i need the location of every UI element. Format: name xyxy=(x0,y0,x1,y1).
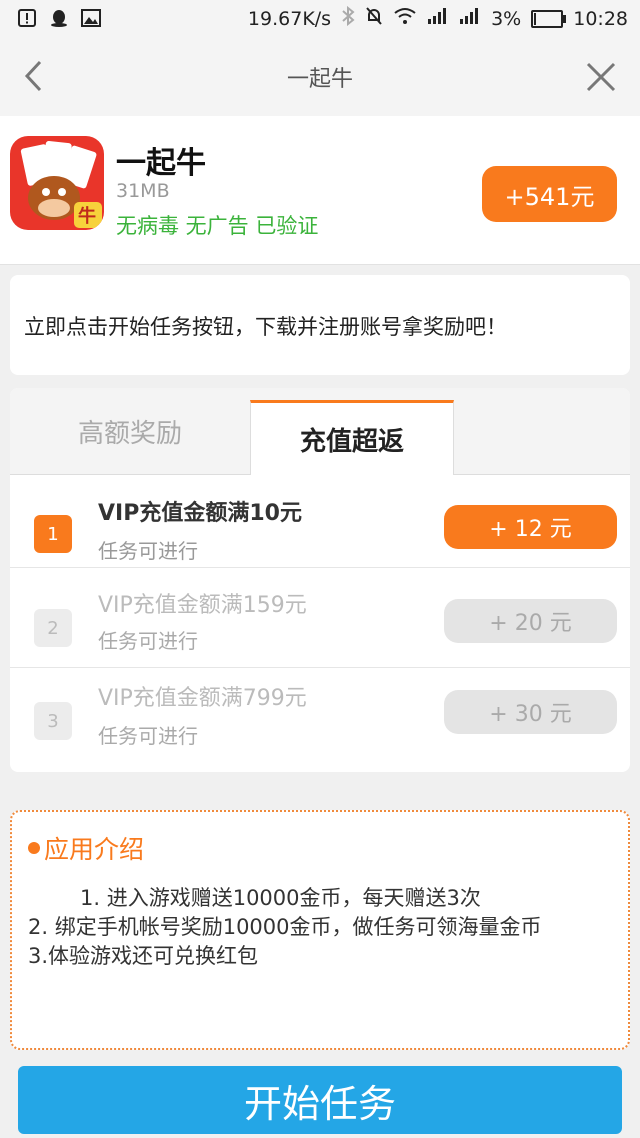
status-left-icons xyxy=(16,8,102,28)
instruction-text: 立即点击开始任务按钮，下载并注册账号拿奖励吧！ xyxy=(24,315,507,339)
alert-icon xyxy=(16,8,38,28)
intro-body: 1. 进入游戏赠送10000金币，每天赠送3次 2. 绑定手机帐号奖励10000… xyxy=(28,884,618,971)
intro-line: 3.体验游戏还可兑换红包 xyxy=(28,944,259,968)
instruction-card: 立即点击开始任务按钮，下载并注册账号拿奖励吧！ xyxy=(10,275,630,375)
signal-icon xyxy=(427,7,449,30)
intro-line: 1. 进入游戏赠送10000金币，每天赠送3次 xyxy=(80,886,481,910)
app-icon: 牛 xyxy=(10,136,104,230)
task-number: 3 xyxy=(34,702,72,740)
bluetooth-icon xyxy=(341,5,355,31)
image-icon xyxy=(80,8,102,28)
status-bar: 19.67K/s 3% 10:28 xyxy=(0,0,640,38)
intro-title: 应用介绍 xyxy=(28,830,144,866)
task-title: VIP充值金额满159元 xyxy=(98,593,307,618)
task-reward-button[interactable]: + 20 元 xyxy=(444,599,617,643)
app-tags: 无病毒 无广告 已验证 xyxy=(116,214,319,238)
task-row: 1 VIP充值金额满10元 任务可进行 + 12 元 xyxy=(10,475,630,568)
tab-high-reward[interactable]: 高额奖励 xyxy=(10,388,250,474)
task-title: VIP充值金额满799元 xyxy=(98,686,307,711)
battery-percent: 3% xyxy=(491,7,522,30)
signal-icon-2 xyxy=(459,7,481,30)
task-reward-button[interactable]: + 30 元 xyxy=(444,690,617,734)
task-status: 任务可进行 xyxy=(98,724,198,748)
net-speed: 19.67K/s xyxy=(247,7,332,30)
page-title: 一起牛 xyxy=(286,67,353,92)
task-row: 2 VIP充值金额满159元 任务可进行 + 20 元 xyxy=(10,575,630,668)
task-reward-button[interactable]: + 12 元 xyxy=(444,505,617,549)
tasks-card: 高额奖励 充值超返 1 VIP充值金额满10元 任务可进行 + 12 元 2 V… xyxy=(10,388,630,772)
clock: 10:28 xyxy=(573,7,628,30)
battery-icon xyxy=(531,9,567,28)
task-number: 2 xyxy=(34,609,72,647)
task-title: VIP充值金额满10元 xyxy=(98,501,302,526)
app-size: 31MB xyxy=(116,180,170,202)
total-reward-button[interactable]: +541元 xyxy=(482,166,617,222)
app-intro-box: 应用介绍 1. 进入游戏赠送10000金币，每天赠送3次 2. 绑定手机帐号奖励… xyxy=(10,810,630,1050)
start-task-button[interactable]: 开始任务 xyxy=(18,1066,622,1134)
tab-bar: 高额奖励 充值超返 xyxy=(10,388,630,475)
task-number: 1 xyxy=(34,515,72,553)
qq-icon xyxy=(48,8,70,28)
close-icon[interactable] xyxy=(582,58,620,96)
intro-title-text: 应用介绍 xyxy=(44,835,145,864)
bullet-dot-icon xyxy=(28,842,40,854)
intro-line: 2. 绑定手机帐号奖励10000金币，做任务可领海量金币 xyxy=(28,915,542,939)
app-info-card: 牛 一起牛 31MB 无病毒 无广告 已验证 +541元 xyxy=(0,116,640,265)
task-status: 任务可进行 xyxy=(98,629,198,653)
task-row: 3 VIP充值金额满799元 任务可进行 + 30 元 xyxy=(10,668,630,760)
status-right: 19.67K/s 3% 10:28 xyxy=(247,5,628,31)
nav-bar: 一起牛 xyxy=(0,38,640,116)
app-name: 一起牛 xyxy=(116,146,206,181)
wifi-icon xyxy=(393,7,417,30)
task-status: 任务可进行 xyxy=(98,539,198,563)
app-icon-badge: 牛 xyxy=(78,206,96,227)
tab-recharge-rebate[interactable]: 充值超返 xyxy=(250,400,454,475)
mute-icon xyxy=(365,6,383,31)
